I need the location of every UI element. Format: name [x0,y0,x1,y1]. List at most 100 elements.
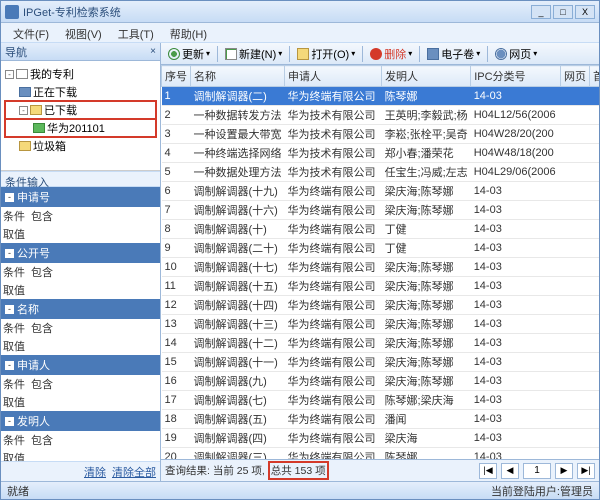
doc-icon [16,69,28,79]
close-button[interactable]: X [575,5,595,19]
ebook-icon [427,48,439,60]
first-page-button[interactable]: |◀ [479,463,497,479]
condition-row[interactable]: 取值 [1,337,160,355]
data-grid[interactable]: 序号名称申请人发明人IPC分类号网页首页附图 1调制解调器(二)华为终端有限公司… [161,65,599,459]
result-prefix: 查询结果: 当前 25 项, [165,463,265,478]
titlebar: IPGet-专利检索系统 _ □ X [1,1,599,23]
chevron-down-icon: ▾ [408,49,412,58]
table-row[interactable]: 15调制解调器(十一)华为终端有限公司梁庆海;陈琴娜14-03 [162,353,600,372]
condition-group-header[interactable]: -申请号 [1,187,160,207]
condition-header: 条件输入 [1,171,160,187]
table-row[interactable]: 1调制解调器(二)华为终端有限公司陈琴娜14-03 [162,87,600,106]
maximize-button[interactable]: □ [553,5,573,19]
table-row[interactable]: 7调制解调器(十六)华为终端有限公司梁庆海;陈琴娜14-03 [162,201,600,220]
clear-button[interactable]: 清除 [84,464,106,480]
column-header[interactable]: 发明人 [382,66,471,87]
menu-item[interactable]: 文件(F) [5,23,57,42]
pagination-bar: 查询结果: 当前 25 项, 总共 153 项 |◀ ◀ ▶ ▶| [161,459,599,481]
table-row[interactable]: 17调制解调器(七)华为终端有限公司陈琴娜;梁庆海14-03 [162,391,600,410]
statusbar: 就绪 当前登陆用户:管理员 [1,481,599,499]
condition-row[interactable]: 条件包含 [1,375,160,393]
page-input[interactable] [523,463,551,479]
condition-row[interactable]: 条件包含 [1,263,160,281]
condition-row[interactable]: 取值 [1,225,160,243]
table-row[interactable]: 14调制解调器(十二)华为终端有限公司梁庆海;陈琴娜14-03 [162,334,600,353]
condition-row[interactable]: 条件包含 [1,319,160,337]
tree-node[interactable]: 华为201101 [5,119,156,137]
table-row[interactable]: 4一种终端选择网络华为技术有限公司郑小春;潘荣花H04W48/18(200 [162,144,600,163]
chevron-down-icon: ▾ [476,49,480,58]
app-window: IPGet-专利检索系统 _ □ X 文件(F)视图(V)工具(T)帮助(H) … [0,0,600,500]
toolbar-ebook-button[interactable]: 电子卷▾ [423,44,484,64]
tree-node[interactable]: - 已下载 [5,101,156,119]
menu-item[interactable]: 工具(T) [110,23,162,42]
minimize-button[interactable]: _ [531,5,551,19]
collapse-icon[interactable]: - [5,193,14,202]
clear-all-button[interactable]: 清除全部 [112,464,156,480]
menubar: 文件(F)视图(V)工具(T)帮助(H) [1,23,599,43]
condition-row[interactable]: 取值 [1,393,160,411]
table-row[interactable]: 3一种设置最大带宽华为技术有限公司李崧;张栓平;吴奇H04W28/20(200 [162,125,600,144]
tree-label: 已下载 [44,102,77,118]
condition-group-header[interactable]: -申请人 [1,355,160,375]
nav-panel: 导航 × -我的专利正在下载-已下载华为201101垃圾箱 条件输入 -申请号条… [1,43,161,481]
table-row[interactable]: 10调制解调器(十七)华为终端有限公司梁庆海;陈琴娜14-03 [162,258,600,277]
column-header[interactable]: 名称 [191,66,285,87]
green-icon [33,123,45,133]
result-total: 总共 153 项 [269,462,328,479]
app-icon [5,5,19,19]
tree-label: 华为201101 [47,120,105,136]
toolbar-del-button[interactable]: 删除▾ [366,44,416,64]
collapse-icon[interactable]: - [5,305,14,314]
toolbar-open-button[interactable]: 打开(O)▾ [293,44,359,64]
toolbar-new-button[interactable]: 新建(N)▾ [221,44,286,64]
chevron-down-icon: ▾ [206,49,210,58]
table-row[interactable]: 5一种数据处理方法华为技术有限公司任宝生;冯威;左志H04L29/06(2006 [162,163,600,182]
last-page-button[interactable]: ▶| [577,463,595,479]
condition-row[interactable]: 取值 [1,281,160,299]
collapse-icon[interactable]: - [5,417,14,426]
column-header[interactable]: 申请人 [285,66,382,87]
table-row[interactable]: 11调制解调器(十五)华为终端有限公司梁庆海;陈琴娜14-03 [162,277,600,296]
table-row[interactable]: 9调制解调器(二十)华为终端有限公司丁健14-03 [162,239,600,258]
tree-label: 我的专利 [30,66,74,82]
collapse-icon[interactable]: - [5,249,14,258]
collapse-icon[interactable]: - [5,361,14,370]
tree-label: 垃圾箱 [33,138,66,154]
condition-row[interactable]: 条件包含 [1,207,160,225]
expand-icon[interactable]: - [5,70,14,79]
condition-group-header[interactable]: -公开号 [1,243,160,263]
condition-row[interactable]: 条件包含 [1,431,160,449]
column-header[interactable]: 首页 [589,66,599,87]
condition-group-header[interactable]: -发明人 [1,411,160,431]
tree-node[interactable]: 垃圾箱 [5,137,156,155]
expand-icon[interactable]: - [19,106,28,115]
status-right: 当前登陆用户:管理员 [491,483,593,499]
table-row[interactable]: 12调制解调器(十四)华为终端有限公司梁庆海;陈琴娜14-03 [162,296,600,315]
table-row[interactable]: 6调制解调器(十九)华为终端有限公司梁庆海;陈琴娜14-03 [162,182,600,201]
table-row[interactable]: 19调制解调器(四)华为终端有限公司梁庆海14-03 [162,429,600,448]
condition-group-header[interactable]: -名称 [1,299,160,319]
table-row[interactable]: 18调制解调器(五)华为终端有限公司潘闻14-03 [162,410,600,429]
prev-page-button[interactable]: ◀ [501,463,519,479]
table-row[interactable]: 8调制解调器(十)华为终端有限公司丁健14-03 [162,220,600,239]
column-header[interactable]: IPC分类号 [471,66,561,87]
menu-item[interactable]: 视图(V) [57,23,110,42]
column-header[interactable]: 网页 [560,66,589,87]
next-page-button[interactable]: ▶ [555,463,573,479]
nav-panel-close-icon[interactable]: × [150,46,156,57]
toolbar-refresh-button[interactable]: 更新▾ [164,44,214,64]
table-row[interactable]: 20调制解调器(三)华为终端有限公司陈琴娜14-03 [162,448,600,460]
table-row[interactable]: 2一种数据转发方法华为技术有限公司王英明;李毅武;杨H04L12/56(2006 [162,106,600,125]
chevron-down-icon: ▾ [533,49,537,58]
condition-row[interactable]: 取值 [1,449,160,461]
tree-node[interactable]: 正在下载 [5,83,156,101]
tree-label: 正在下载 [33,84,77,100]
menu-item[interactable]: 帮助(H) [162,23,215,42]
tree-node[interactable]: - 我的专利 [5,65,156,83]
column-header[interactable]: 序号 [162,66,191,87]
toolbar-web-button[interactable]: 网页▾ [491,44,541,64]
folder-icon [30,105,42,115]
table-row[interactable]: 13调制解调器(十三)华为终端有限公司梁庆海;陈琴娜14-03 [162,315,600,334]
table-row[interactable]: 16调制解调器(九)华为终端有限公司梁庆海;陈琴娜14-03 [162,372,600,391]
